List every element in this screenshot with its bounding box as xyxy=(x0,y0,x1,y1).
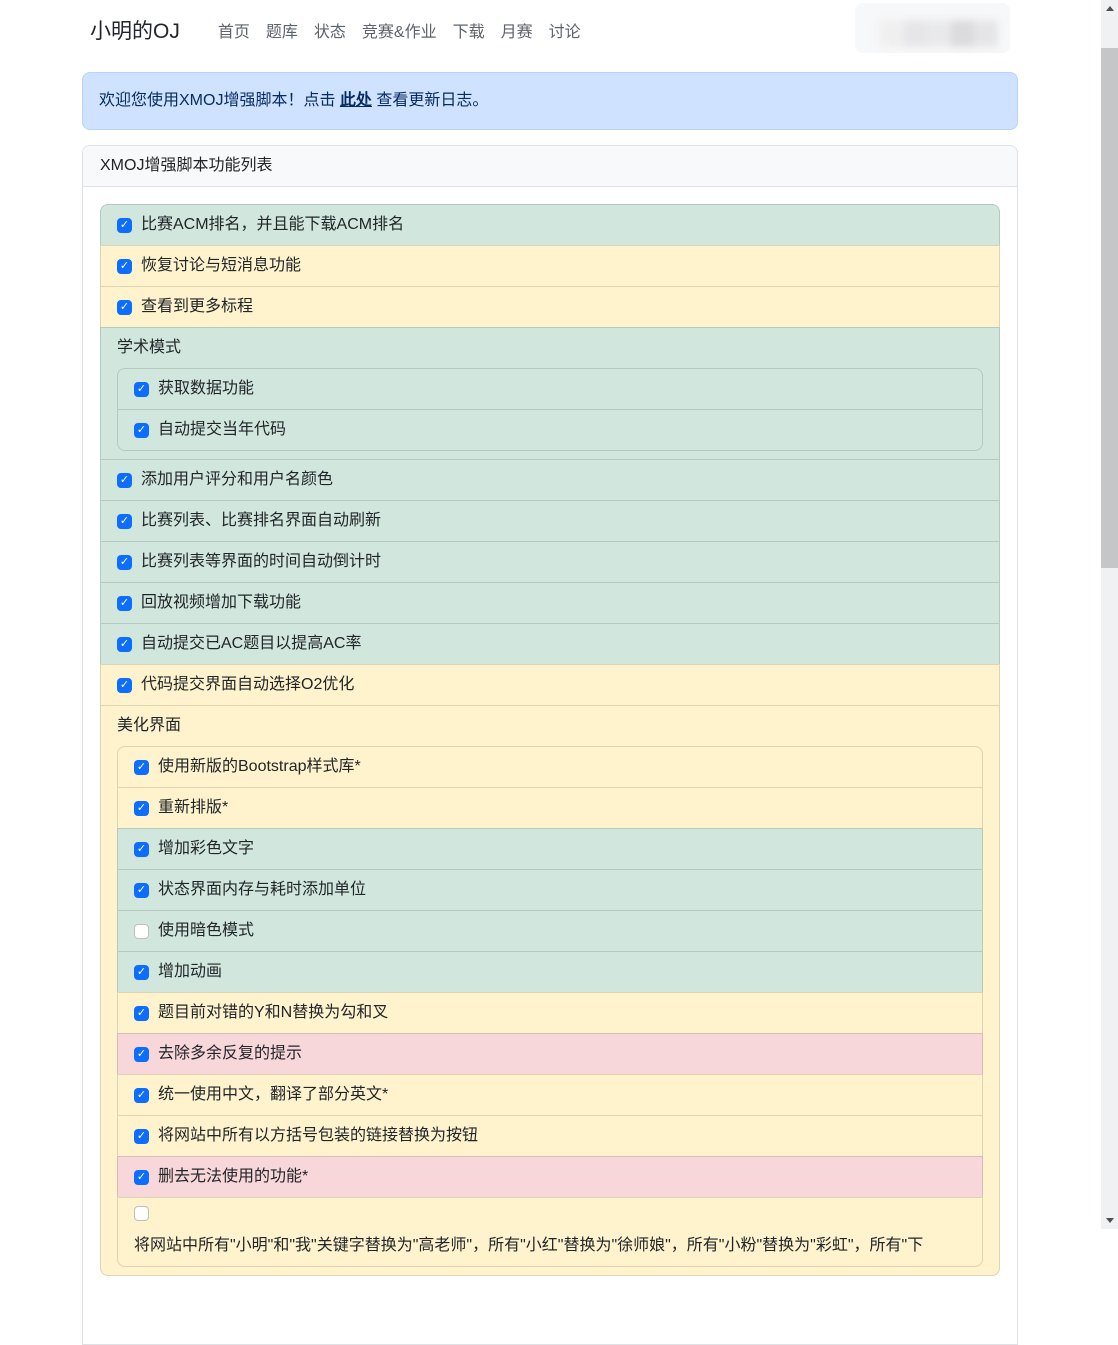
feature-item: 查看到更多标程 xyxy=(100,286,1000,328)
feature-item: 将网站中所有"小明"和"我"关键字替换为"高老师"，所有"小红"替换为"徐师娘"… xyxy=(117,1197,983,1267)
feature-item: 题目前对错的Y和N替换为勾和叉 xyxy=(117,992,983,1034)
feature-label: 将网站中所有"小明"和"我"关键字替换为"高老师"，所有"小红"替换为"徐师娘"… xyxy=(134,1234,966,1258)
scrollbar-up-arrow-icon[interactable] xyxy=(1101,0,1118,17)
feature-group: 美化界面使用新版的Bootstrap样式库* 重新排版* 增加彩色文字状态界面内存与… xyxy=(100,705,1000,1276)
nav-link-5[interactable]: 月赛 xyxy=(493,10,541,50)
feature-checkbox[interactable] xyxy=(117,678,132,693)
scrollbar-thumb[interactable] xyxy=(1101,48,1118,568)
feature-item: 回放视频增加下载功能 xyxy=(100,582,1000,624)
feature-label: 状态界面内存与耗时添加单位 xyxy=(158,878,366,902)
feature-checkbox[interactable] xyxy=(134,382,149,397)
feature-card: XMOJ增强脚本功能列表 比赛ACM排名，并且能下载ACM排名恢复讨论与短消息功… xyxy=(82,145,1018,1345)
feature-list: 比赛ACM排名，并且能下载ACM排名恢复讨论与短消息功能查看到更多标程学术模式获… xyxy=(100,204,1000,1276)
nav-links: 首页题库状态竞赛&作业下载月赛讨论 xyxy=(210,10,589,50)
feature-checkbox[interactable] xyxy=(134,1047,149,1062)
feature-label: 查看到更多标程 xyxy=(141,295,253,319)
feature-label: 增加动画 xyxy=(158,960,222,984)
feature-item: 自动提交当年代码 xyxy=(117,409,983,451)
feature-checkbox[interactable] xyxy=(134,760,149,775)
feature-label: 添加用户评分和用户名颜色 xyxy=(141,468,333,492)
feature-label: 题目前对错的Y和N替换为勾和叉 xyxy=(158,1001,388,1025)
nav-link-4[interactable]: 下载 xyxy=(445,10,493,50)
navbar: 小明的OJ 首页题库状态竞赛&作业下载月赛讨论 xyxy=(0,0,1101,60)
feature-item: 删去无法使用的功能* xyxy=(117,1156,983,1198)
feature-checkbox[interactable] xyxy=(134,1206,149,1221)
feature-item: 比赛ACM排名，并且能下载ACM排名 xyxy=(100,204,1000,246)
feature-group: 学术模式获取数据功能自动提交当年代码 xyxy=(100,327,1000,460)
feature-item: 使用新版的Bootstrap样式库* xyxy=(117,746,983,788)
nav-link-6[interactable]: 讨论 xyxy=(541,10,589,50)
scrollbar[interactable] xyxy=(1101,0,1118,1229)
user-panel[interactable] xyxy=(855,3,1010,53)
feature-label: 比赛ACM排名，并且能下载ACM排名 xyxy=(141,213,404,237)
nested-feature-list: 获取数据功能自动提交当年代码 xyxy=(117,368,983,451)
feature-checkbox[interactable] xyxy=(117,514,132,529)
feature-label: 自动提交当年代码 xyxy=(158,418,286,442)
feature-item: 状态界面内存与耗时添加单位 xyxy=(117,869,983,911)
feature-group-label: 学术模式 xyxy=(117,336,983,360)
feature-checkbox[interactable] xyxy=(117,259,132,274)
feature-checkbox[interactable] xyxy=(134,423,149,438)
feature-label: 比赛列表、比赛排名界面自动刷新 xyxy=(141,509,381,533)
nav-link-2[interactable]: 状态 xyxy=(306,10,354,50)
feature-item: 统一使用中文，翻译了部分英文* xyxy=(117,1074,983,1116)
feature-label: 获取数据功能 xyxy=(158,377,254,401)
nav-link-3[interactable]: 竞赛&作业 xyxy=(354,10,445,50)
feature-item: 使用暗色模式 xyxy=(117,910,983,952)
feature-item: 恢复讨论与短消息功能 xyxy=(100,245,1000,287)
feature-item: 比赛列表等界面的时间自动倒计时 xyxy=(100,541,1000,583)
changelog-link[interactable]: 此处 xyxy=(340,92,372,109)
feature-label: 代码提交界面自动选择O2优化 xyxy=(141,673,354,697)
feature-checkbox[interactable] xyxy=(117,596,132,611)
feature-label: 使用新版的Bootstrap样式库* xyxy=(158,755,361,779)
feature-checkbox[interactable] xyxy=(134,1170,149,1185)
feature-checkbox[interactable] xyxy=(134,842,149,857)
card-body: 比赛ACM排名，并且能下载ACM排名恢复讨论与短消息功能查看到更多标程学术模式获… xyxy=(83,187,1017,1293)
feature-checkbox[interactable] xyxy=(117,300,132,315)
feature-item: 自动提交已AC题目以提高AC率 xyxy=(100,623,1000,665)
feature-checkbox[interactable] xyxy=(134,1129,149,1144)
feature-group-label: 美化界面 xyxy=(117,714,983,738)
feature-label: 将网站中所有以方括号包装的链接替换为按钮 xyxy=(158,1124,478,1148)
feature-label: 去除多余反复的提示 xyxy=(158,1042,302,1066)
feature-item: 重新排版* xyxy=(117,787,983,829)
feature-item: 增加动画 xyxy=(117,951,983,993)
feature-item: 获取数据功能 xyxy=(117,368,983,410)
scrollbar-down-arrow-icon[interactable] xyxy=(1101,1212,1118,1229)
feature-label: 增加彩色文字 xyxy=(158,837,254,861)
feature-label: 恢复讨论与短消息功能 xyxy=(141,254,301,278)
feature-checkbox[interactable] xyxy=(134,924,149,939)
alert-text-after: 查看更新日志。 xyxy=(372,92,488,109)
feature-label: 使用暗色模式 xyxy=(158,919,254,943)
feature-checkbox[interactable] xyxy=(117,637,132,652)
brand[interactable]: 小明的OJ xyxy=(90,15,180,45)
feature-checkbox[interactable] xyxy=(134,801,149,816)
feature-item: 比赛列表、比赛排名界面自动刷新 xyxy=(100,500,1000,542)
feature-label: 重新排版* xyxy=(158,796,228,820)
feature-checkbox[interactable] xyxy=(134,1006,149,1021)
feature-checkbox[interactable] xyxy=(134,965,149,980)
feature-checkbox[interactable] xyxy=(134,1088,149,1103)
feature-checkbox[interactable] xyxy=(117,555,132,570)
feature-item: 将网站中所有以方括号包装的链接替换为按钮 xyxy=(117,1115,983,1157)
feature-item: 添加用户评分和用户名颜色 xyxy=(100,459,1000,501)
feature-checkbox[interactable] xyxy=(117,473,132,488)
nav-link-0[interactable]: 首页 xyxy=(210,10,258,50)
feature-label: 比赛列表等界面的时间自动倒计时 xyxy=(141,550,381,574)
feature-item: 去除多余反复的提示 xyxy=(117,1033,983,1075)
feature-label: 统一使用中文，翻译了部分英文* xyxy=(158,1083,388,1107)
feature-checkbox[interactable] xyxy=(134,883,149,898)
feature-item: 增加彩色文字 xyxy=(117,828,983,870)
user-info-redacted xyxy=(880,20,998,47)
card-title: XMOJ增强脚本功能列表 xyxy=(83,146,1017,187)
welcome-alert: 欢迎您使用XMOJ增强脚本！点击 此处 查看更新日志。 xyxy=(82,72,1018,130)
feature-label: 删去无法使用的功能* xyxy=(158,1165,308,1189)
nav-link-1[interactable]: 题库 xyxy=(258,10,306,50)
feature-label: 回放视频增加下载功能 xyxy=(141,591,301,615)
feature-checkbox[interactable] xyxy=(117,218,132,233)
feature-label: 自动提交已AC题目以提高AC率 xyxy=(141,632,361,656)
alert-text-before: 欢迎您使用XMOJ增强脚本！点击 xyxy=(99,92,340,109)
nested-feature-list: 使用新版的Bootstrap样式库* 重新排版* 增加彩色文字状态界面内存与耗时添加… xyxy=(117,746,983,1267)
feature-item: 代码提交界面自动选择O2优化 xyxy=(100,664,1000,706)
